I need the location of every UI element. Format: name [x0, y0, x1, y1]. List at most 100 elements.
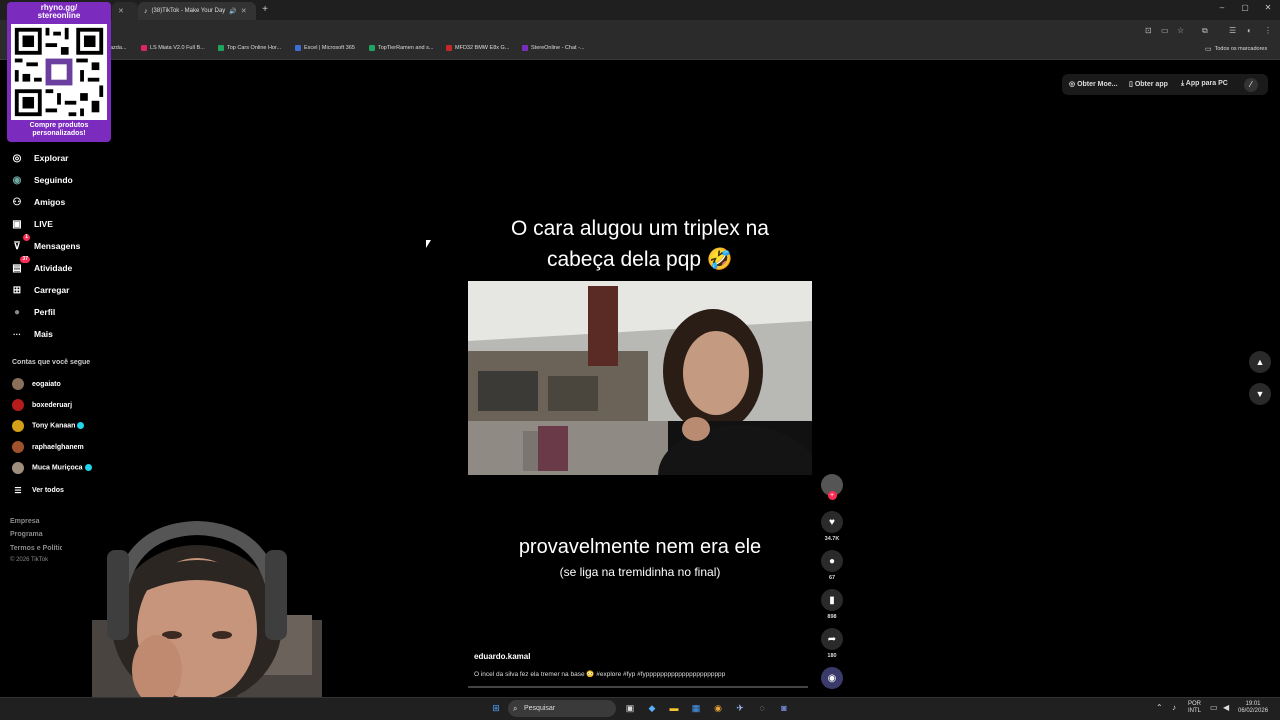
- bookmark-item[interactable]: Excel | Microsoft 365: [295, 45, 355, 51]
- bookmark-favicon: [295, 45, 301, 51]
- clock[interactable]: 19:01 06/02/2026: [1238, 701, 1268, 715]
- video-caption-bottom-sub: (se liga na tremidinha no final): [559, 565, 721, 579]
- video-description: O incel da silva fez ela tremer na base …: [474, 671, 726, 678]
- list-icon: ☰: [14, 485, 22, 495]
- profile-avatar[interactable]: ⁄: [1244, 78, 1258, 92]
- close-tab-icon[interactable]: ✕: [241, 7, 247, 15]
- task-view-icon[interactable]: ▣: [623, 701, 637, 715]
- start-menu-icon[interactable]: ⊞: [489, 701, 503, 715]
- profile-icon[interactable]: ◐: [1247, 26, 1252, 35]
- follow-plus-icon[interactable]: +: [827, 491, 837, 500]
- bookmark-favicon: [218, 45, 224, 51]
- file-explorer-icon[interactable]: ▬: [667, 701, 681, 715]
- sidebar-item-mais[interactable]: ··· Mais: [10, 327, 53, 341]
- share-count: 180: [827, 653, 837, 659]
- activity-icon: ▤ 37: [12, 256, 30, 274]
- sidebar-item-label: Mensagens: [34, 241, 81, 251]
- tab-title: (38)TikTok - Make Your Day: [151, 8, 226, 14]
- see-all-label: Ver todos: [32, 486, 64, 494]
- minimize-button[interactable]: –: [1215, 3, 1229, 12]
- followed-account[interactable]: Tony Kanaan: [12, 420, 85, 432]
- chrome-icon[interactable]: ◉: [711, 701, 725, 715]
- translate-icon[interactable]: ⊡: [1145, 26, 1152, 35]
- bookmark-item[interactable]: Top Cars Online Hor...: [218, 45, 281, 51]
- bookmark-item[interactable]: StereOnline - Chat -...: [522, 45, 585, 51]
- share-button[interactable]: ➦ 180: [820, 628, 844, 659]
- video-caption-top: O cara alugou um triplex na cabeça dela …: [511, 217, 769, 271]
- followed-account[interactable]: boxederuarj: [12, 399, 72, 411]
- notification-badge: 1: [23, 234, 30, 241]
- bookmark-item[interactable]: TopTierRamen and s...: [369, 45, 433, 51]
- tray-overflow-icon[interactable]: ⌃: [1156, 704, 1163, 712]
- network-icon[interactable]: ▭: [1210, 704, 1218, 712]
- share-icon: ➦: [821, 628, 843, 650]
- discord-icon[interactable]: ◙: [777, 701, 791, 715]
- account-name: raphaelghanem: [32, 443, 84, 451]
- browser-tab-previous[interactable]: ✕: [112, 2, 138, 20]
- video-author[interactable]: eduardo.kamal: [474, 652, 530, 661]
- all-bookmarks[interactable]: ▭ Todos os marcadores: [1205, 45, 1267, 53]
- copilot-icon[interactable]: ◆: [645, 701, 659, 715]
- bookmark-item[interactable]: LS Miata V2.0 Full B...: [141, 45, 205, 51]
- address-bar-row: [0, 20, 1280, 41]
- bookmark-item[interactable]: azda...: [110, 45, 127, 51]
- new-tab-button[interactable]: +: [258, 3, 272, 17]
- get-coins-button[interactable]: ◎ Obter Moe...: [1069, 80, 1118, 88]
- bookmark-favicon: [369, 45, 375, 51]
- sound-disc[interactable]: ◉: [820, 667, 844, 689]
- obs-icon[interactable]: ◌: [755, 701, 769, 715]
- sidebar-item-label: Seguindo: [34, 175, 73, 185]
- maximize-button[interactable]: ▢: [1238, 3, 1252, 12]
- like-button[interactable]: ♥ 34.7K: [820, 511, 844, 542]
- taskbar-search[interactable]: ⌕ Pesquisar: [508, 700, 616, 717]
- search-icon: ⌕: [513, 704, 518, 713]
- next-video-button[interactable]: ▼: [1249, 383, 1271, 405]
- input-language[interactable]: POR INTL: [1188, 701, 1201, 715]
- steam-icon[interactable]: ✈: [733, 701, 747, 715]
- bookmark-favicon: [522, 45, 528, 51]
- get-app-button[interactable]: ▯ Obter app: [1129, 80, 1168, 88]
- footer-link-empresa[interactable]: Empresa: [10, 518, 40, 525]
- video-frame-image: [468, 281, 812, 475]
- close-window-button[interactable]: ✕: [1261, 3, 1275, 12]
- comment-button[interactable]: ● 67: [820, 550, 844, 581]
- sidebar-item-perfil[interactable]: ● Perfil: [10, 305, 55, 319]
- account-name: Muca Muriçoca: [32, 464, 92, 472]
- sidebar-item-seguindo[interactable]: ◉ Seguindo: [10, 173, 73, 187]
- sidebar-item-carregar[interactable]: ⊞ Carregar: [10, 283, 70, 297]
- avatar: [12, 462, 24, 474]
- sidebar-item-live[interactable]: ▣ LIVE: [10, 217, 53, 231]
- tiktok-icon: ♪: [144, 7, 148, 15]
- friends-icon: ⚇: [12, 196, 22, 208]
- account-name: eogaiato: [32, 380, 61, 388]
- browser-tab-tiktok[interactable]: ♪ (38)TikTok - Make Your Day 🔊 ✕: [138, 2, 256, 20]
- extensions-icon[interactable]: ⧉: [1202, 26, 1208, 36]
- creator-avatar-follow[interactable]: +: [820, 474, 844, 500]
- footer-link-programa[interactable]: Programa: [10, 531, 43, 538]
- followed-account[interactable]: eogaiato: [12, 378, 61, 390]
- account-name: Tony Kanaan: [32, 422, 85, 430]
- cast-icon[interactable]: ▭: [1161, 26, 1169, 35]
- verified-icon: [77, 422, 85, 430]
- volume-icon[interactable]: ◀: [1223, 704, 1229, 712]
- sidebar-item-atividade[interactable]: ▤ 37 Atividade: [10, 256, 72, 275]
- menu-kebab-icon[interactable]: ⋮: [1264, 26, 1272, 35]
- bookmark-item[interactable]: MFD32 BMW E8x G...: [446, 45, 509, 51]
- previous-video-button[interactable]: ▲: [1249, 351, 1271, 373]
- sidebar-item-mensagens[interactable]: ⊽ 1 Mensagens: [10, 234, 81, 253]
- followed-account[interactable]: raphaelghanem: [12, 441, 84, 453]
- sidebar-item-amigos[interactable]: ⚇ Amigos: [10, 195, 66, 209]
- close-tab-icon[interactable]: ✕: [118, 7, 124, 15]
- sidebar-item-explorar[interactable]: ◎ Explorar: [10, 151, 69, 165]
- microphone-icon[interactable]: ♪: [1172, 704, 1176, 712]
- see-all-link[interactable]: ☰ Ver todos: [12, 484, 64, 496]
- save-button[interactable]: ▮ 898: [820, 589, 844, 620]
- pc-app-button[interactable]: ⤓ App para PC: [1181, 80, 1228, 88]
- bookmark-star-icon[interactable]: ☆: [1177, 26, 1184, 35]
- store-icon[interactable]: ▦: [689, 701, 703, 715]
- webcam-overlay: [62, 520, 362, 720]
- qr-code-image: [11, 24, 107, 120]
- followed-account[interactable]: Muca Muriçoca: [12, 462, 92, 474]
- tab-search-icon[interactable]: ☰: [1229, 26, 1236, 35]
- video-progress-bar[interactable]: [468, 686, 808, 688]
